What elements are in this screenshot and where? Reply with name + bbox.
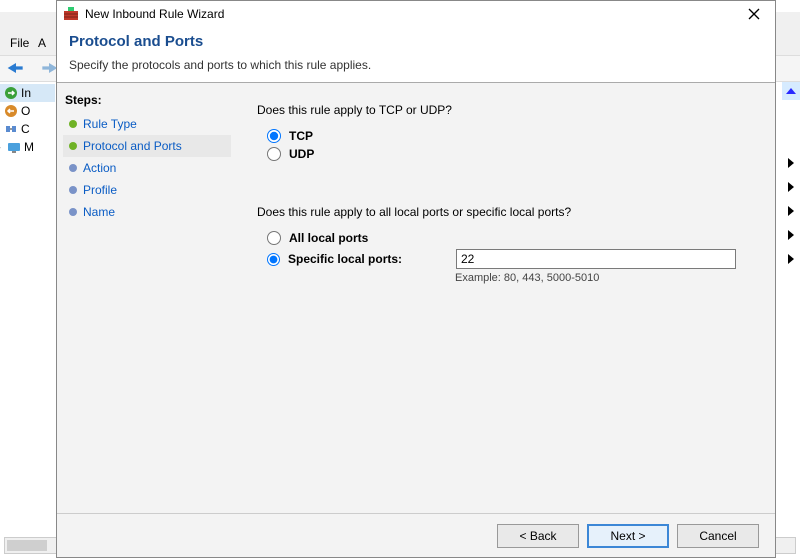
steps-sidebar: Steps: Rule Type Protocol and Ports Acti… <box>57 83 237 514</box>
step-label: Rule Type <box>83 117 137 131</box>
next-button[interactable]: Next > <box>587 524 669 548</box>
tree-item-label: O <box>21 104 30 118</box>
expander-icon[interactable] <box>788 158 794 168</box>
protocol-question: Does this rule apply to TCP or UDP? <box>257 103 755 117</box>
step-label: Protocol and Ports <box>83 139 182 153</box>
radio-specific-ports-row: Specific local ports: <box>267 249 755 269</box>
close-icon <box>748 8 760 20</box>
new-inbound-rule-wizard: New Inbound Rule Wizard Protocol and Por… <box>56 0 776 558</box>
radio-all-ports-row: All local ports <box>267 231 755 245</box>
radio-all-ports-label[interactable]: All local ports <box>289 231 368 245</box>
radio-tcp-row: TCP <box>267 129 755 143</box>
back-arrow-icon[interactable] <box>0 56 30 79</box>
dialog-footer: < Back Next > Cancel <box>57 513 775 557</box>
right-actions-pane <box>782 82 800 512</box>
expander-icon[interactable] <box>788 230 794 240</box>
monitoring-icon <box>7 140 21 154</box>
specific-ports-input[interactable] <box>456 249 736 269</box>
dialog-titlebar: New Inbound Rule Wizard <box>57 1 775 27</box>
step-label: Name <box>83 205 115 219</box>
step-label: Action <box>83 161 116 175</box>
step-rule-type[interactable]: Rule Type <box>63 113 231 135</box>
expander-icon[interactable] <box>788 182 794 192</box>
tree-item[interactable]: C <box>0 120 55 138</box>
radio-tcp-label[interactable]: TCP <box>289 129 313 143</box>
step-name[interactable]: Name <box>63 201 231 223</box>
port-example-text: Example: 80, 443, 5000-5010 <box>455 272 755 284</box>
radio-specific-ports-label[interactable]: Specific local ports: <box>288 252 448 266</box>
radio-all-ports[interactable] <box>267 231 281 245</box>
radio-udp-row: UDP <box>267 147 755 161</box>
back-button[interactable]: < Back <box>497 524 579 548</box>
dialog-header: Protocol and Ports Specify the protocols… <box>57 27 775 82</box>
steps-header: Steps: <box>63 89 231 113</box>
inbound-rules-icon <box>4 86 18 100</box>
tree-item[interactable]: In <box>0 84 55 102</box>
step-action[interactable]: Action <box>63 157 231 179</box>
dialog-title: New Inbound Rule Wizard <box>85 7 224 21</box>
firewall-icon <box>63 5 79 24</box>
menu-file[interactable]: File <box>10 36 29 50</box>
step-protocol-and-ports[interactable]: Protocol and Ports <box>63 135 231 157</box>
tree-item-label: C <box>21 122 30 136</box>
step-profile[interactable]: Profile <box>63 179 231 201</box>
close-button[interactable] <box>739 4 769 24</box>
menu-a-partial[interactable]: A <box>38 36 46 50</box>
radio-udp-label[interactable]: UDP <box>289 147 314 161</box>
scroll-up-button[interactable] <box>782 82 800 100</box>
expander-icon[interactable] <box>788 206 794 216</box>
page-title: Protocol and Ports <box>69 33 763 50</box>
outbound-rules-icon <box>4 104 18 118</box>
step-label: Profile <box>83 183 117 197</box>
ports-question: Does this rule apply to all local ports … <box>257 205 755 219</box>
radio-specific-ports[interactable] <box>267 253 280 266</box>
tree-item-label: In <box>21 86 31 100</box>
page-subtitle: Specify the protocols and ports to which… <box>69 58 763 72</box>
cancel-button[interactable]: Cancel <box>677 524 759 548</box>
tree-item[interactable]: › M <box>0 138 55 156</box>
connection-rules-icon <box>4 122 18 136</box>
radio-tcp[interactable] <box>267 129 281 143</box>
tree-item[interactable]: O <box>0 102 55 120</box>
nav-tree: In O C › M <box>0 84 55 524</box>
expander-icon[interactable] <box>788 254 794 264</box>
tree-item-label: M <box>24 140 34 154</box>
radio-udp[interactable] <box>267 147 281 161</box>
wizard-content: Does this rule apply to TCP or UDP? TCP … <box>237 83 775 514</box>
